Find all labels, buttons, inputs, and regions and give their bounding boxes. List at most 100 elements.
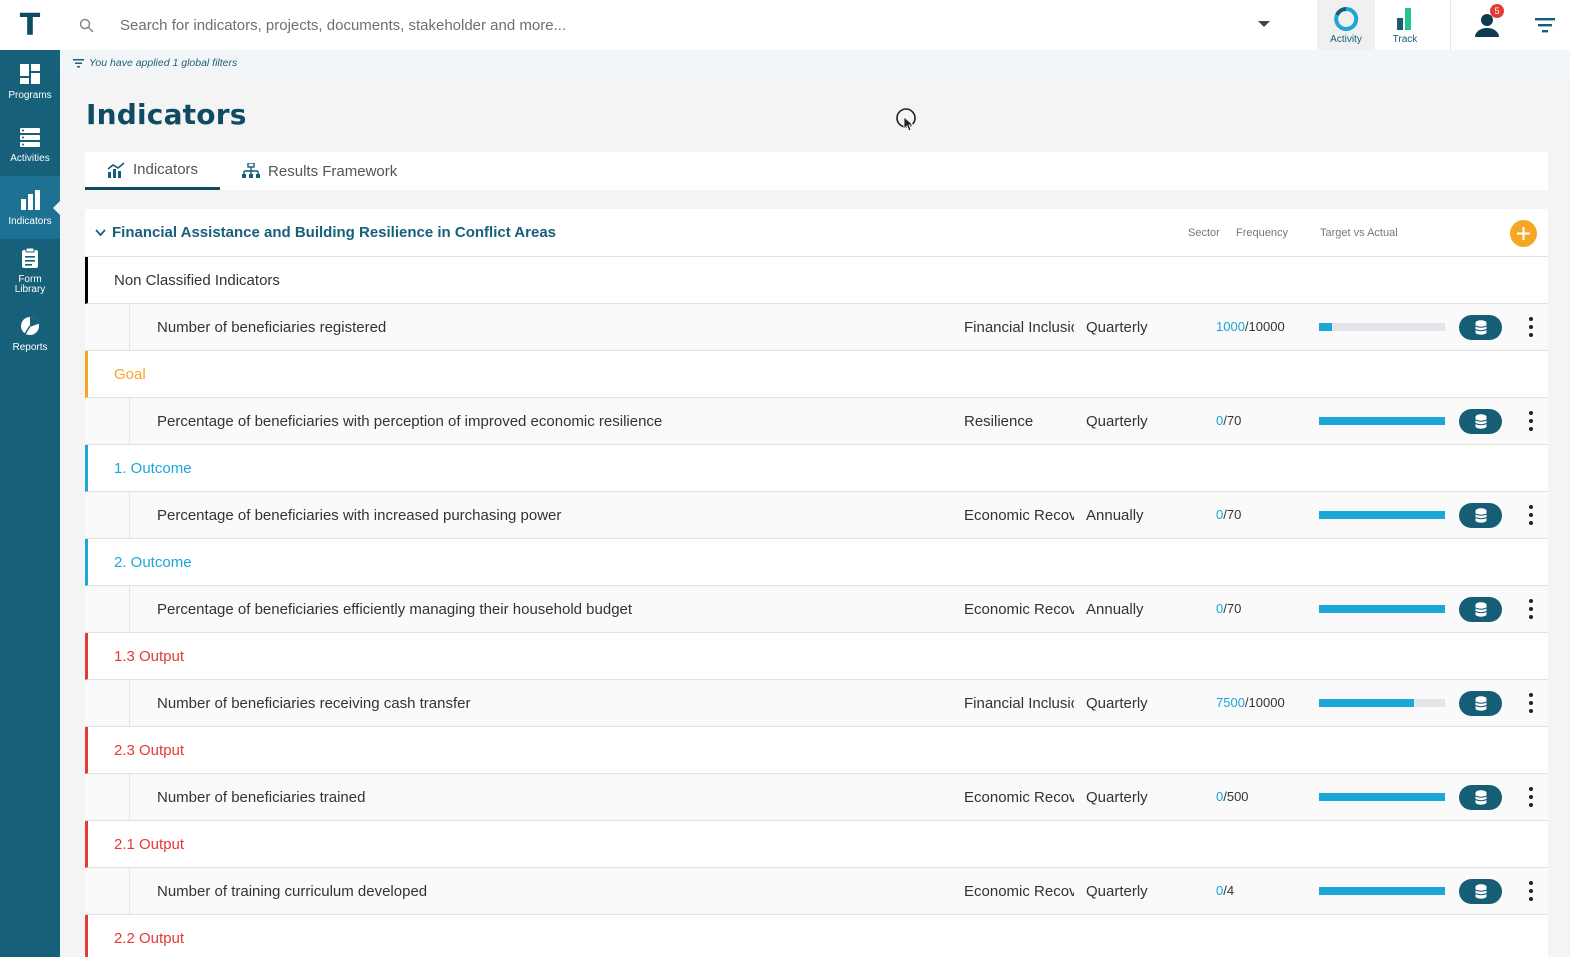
indicator-group-row[interactable]: 2.3 Output (85, 727, 1548, 774)
indicator-sector: Economic Recovery (964, 789, 1074, 806)
data-entry-button[interactable] (1459, 691, 1502, 716)
track-icon (1397, 7, 1411, 30)
rail-item-label: Activities (10, 152, 50, 164)
indicator-target-vs-actual: 7500/10000 (1216, 695, 1285, 710)
indicator-row[interactable]: Percentage of beneficiaries with increas… (85, 492, 1548, 539)
indicator-name[interactable]: Number of training curriculum developed (157, 883, 427, 900)
program-title[interactable]: Financial Assistance and Building Resili… (112, 224, 556, 241)
data-entry-button[interactable] (1459, 315, 1502, 340)
rail-item-label: Reports (12, 341, 48, 353)
indicator-sector: Economic Recovery (964, 601, 1074, 618)
activity-label: Activity (1330, 33, 1362, 45)
left-nav-rail: T Programs Activities Indicators Form Lib… (0, 0, 60, 957)
indicator-list: Non Classified Indicators Number of benef… (85, 257, 1548, 957)
indicator-name[interactable]: Percentage of beneficiaries with percept… (157, 413, 662, 430)
more-options-icon[interactable] (1525, 881, 1537, 901)
progress-bar (1319, 417, 1445, 425)
notification-badge: 5 (1490, 4, 1504, 18)
rail-item-label: Form Library (14, 273, 46, 295)
progress-bar (1319, 323, 1445, 331)
indicator-group-row[interactable]: 2. Outcome (85, 539, 1548, 586)
indicator-row[interactable]: Number of beneficiaries trained Economic … (85, 774, 1548, 821)
track-label: Track (1392, 33, 1418, 45)
indicator-row[interactable]: Number of beneficiaries registered Financ… (85, 304, 1548, 351)
indicator-sector: Financial Inclusion (964, 319, 1074, 336)
progress-bar-fill (1319, 323, 1332, 331)
rail-item-form-library[interactable]: Form Library (0, 239, 60, 302)
chevron-down-icon[interactable] (95, 228, 106, 237)
indicator-group-row[interactable]: 1. Outcome (85, 445, 1548, 492)
progress-bar (1319, 511, 1445, 519)
clipboard-icon (22, 247, 38, 268)
indicator-frequency: Quarterly (1086, 319, 1148, 336)
indicator-target: /500 (1223, 789, 1249, 804)
column-header-frequency: Frequency (1236, 227, 1288, 239)
global-search-input[interactable] (120, 16, 1260, 34)
activity-icon (1334, 6, 1359, 31)
more-options-icon[interactable] (1525, 317, 1537, 337)
indicator-group-row[interactable]: Goal (85, 351, 1548, 398)
indicator-row[interactable]: Number of training curriculum developed E… (85, 868, 1548, 915)
plus-icon (1517, 227, 1530, 240)
data-entry-button[interactable] (1459, 879, 1502, 904)
indicator-name[interactable]: Percentage of beneficiaries efficiently … (157, 601, 632, 618)
indicator-group-row[interactable]: 1.3 Output (85, 633, 1548, 680)
bar-chart-icon (21, 189, 40, 210)
rail-item-activities[interactable]: Activities (0, 113, 60, 176)
indicator-frequency: Annually (1086, 601, 1144, 618)
more-options-icon[interactable] (1525, 787, 1537, 807)
database-icon (1474, 696, 1487, 711)
indicator-group-row[interactable]: 2.1 Output (85, 821, 1548, 868)
data-entry-button[interactable] (1459, 503, 1502, 528)
rail-item-reports[interactable]: Reports (0, 302, 60, 365)
group-label: 2.3 Output (114, 741, 185, 759)
indicator-name[interactable]: Number of beneficiaries trained (157, 789, 365, 806)
progress-bar (1319, 605, 1445, 613)
add-indicator-button[interactable] (1510, 220, 1537, 247)
filter-menu-icon[interactable] (1534, 16, 1556, 34)
indicator-sector: Financial Inclusion (964, 695, 1074, 712)
indicator-row[interactable]: Percentage of beneficiaries with percept… (85, 398, 1548, 445)
track-button[interactable]: Track (1376, 0, 1434, 50)
more-options-icon[interactable] (1525, 599, 1537, 619)
indicator-name[interactable]: Number of beneficiaries receiving cash t… (157, 695, 470, 712)
progress-bar-fill (1319, 511, 1445, 519)
data-entry-button[interactable] (1459, 597, 1502, 622)
indicator-target: /70 (1223, 413, 1242, 428)
tab-results-framework[interactable]: Results Framework (220, 152, 419, 190)
app-logo[interactable]: T (0, 0, 60, 50)
indicator-group-row[interactable]: 2.2 Output (85, 915, 1548, 957)
indicator-name[interactable]: Percentage of beneficiaries with increas… (157, 507, 561, 524)
indicator-sector: Economic Recovery (964, 883, 1074, 900)
progress-bar-fill (1319, 417, 1445, 425)
data-entry-button[interactable] (1459, 409, 1502, 434)
indicator-row[interactable]: Number of beneficiaries receiving cash t… (85, 680, 1548, 727)
indicator-actual: 7500 (1216, 695, 1245, 710)
column-header-target-vs-actual: Target vs Actual (1320, 227, 1398, 239)
indicator-group-row[interactable]: Non Classified Indicators (85, 257, 1548, 304)
indicator-name[interactable]: Number of beneficiaries registered (157, 319, 386, 336)
more-options-icon[interactable] (1525, 505, 1537, 525)
filter-icon (73, 58, 84, 67)
group-label: Goal (114, 365, 146, 383)
server-icon (20, 127, 40, 147)
line-chart-icon (107, 161, 125, 178)
indicator-target: /10000 (1244, 319, 1285, 334)
rail-item-programs[interactable]: Programs (0, 50, 60, 113)
group-label: Non Classified Indicators (114, 271, 280, 289)
search-scope-dropdown-icon[interactable] (1258, 21, 1270, 27)
rail-item-indicators[interactable]: Indicators (0, 176, 60, 239)
indicator-sector: Resilience (964, 413, 1034, 430)
tab-indicators[interactable]: Indicators (85, 152, 221, 190)
global-filter-notice[interactable]: You have applied 1 global filters (60, 50, 1570, 76)
more-options-icon[interactable] (1525, 693, 1537, 713)
group-label: 2. Outcome (114, 553, 192, 571)
activity-button[interactable]: Activity (1317, 0, 1375, 50)
top-bar: Activity Track 5 (60, 0, 1570, 50)
database-icon (1474, 884, 1487, 899)
progress-bar (1319, 887, 1445, 895)
more-options-icon[interactable] (1525, 411, 1537, 431)
view-tabs: Indicators Results Framework (85, 152, 1548, 190)
data-entry-button[interactable] (1459, 785, 1502, 810)
indicator-row[interactable]: Percentage of beneficiaries efficiently … (85, 586, 1548, 633)
